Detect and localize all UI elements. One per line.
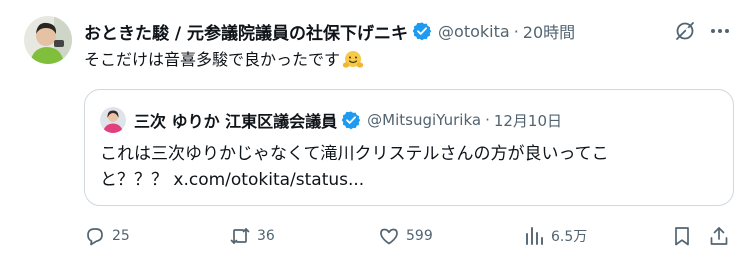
tweet[interactable]: おときた駿 / 元参議院議員の社保下げニキ @otokita · 20時間 そこ…: [0, 0, 751, 262]
like-count: 599: [406, 228, 433, 244]
quoted-avatar[interactable]: [100, 107, 126, 133]
reply-count: 25: [112, 228, 130, 244]
grok-icon[interactable]: [674, 20, 696, 42]
bookmark-button[interactable]: [671, 222, 693, 250]
quoted-handle[interactable]: @MitsugiYurika: [367, 111, 481, 129]
like-button[interactable]: 599: [378, 222, 433, 250]
quoted-display-name[interactable]: 三次 ゆりか 江東区議会議員: [134, 108, 337, 132]
tweet-header: おときた駿 / 元参議院議員の社保下げニキ @otokita · 20時間: [84, 19, 575, 44]
quoted-tweet-text: これは三次ゆりかじゃなくて滝川クリステルさんの方が良いってこ と？？？ x.co…: [100, 141, 712, 193]
retweet-button[interactable]: 36: [229, 222, 275, 250]
view-count: 6.5万: [551, 229, 588, 245]
author-display-name[interactable]: おときた駿 / 元参議院議員の社保下げニキ: [84, 19, 408, 44]
action-bar: 25 36 599 6.5万: [0, 222, 751, 250]
verified-badge-icon: [412, 21, 432, 41]
tweet-timestamp[interactable]: 20時間: [523, 19, 575, 43]
retweet-count: 36: [257, 228, 275, 244]
quoted-tweet-header: 三次 ゆりか 江東区議会議員 @MitsugiYurika · 12月10日: [100, 107, 562, 133]
reply-button[interactable]: 25: [84, 222, 130, 250]
tweet-text-content: そこだけは音喜多駿で良かったです: [84, 50, 341, 69]
separator-dot: ·: [485, 111, 490, 129]
more-icon[interactable]: [708, 20, 732, 42]
share-button[interactable]: [708, 222, 730, 250]
share-icon: [710, 227, 728, 245]
separator-dot: ·: [513, 21, 519, 41]
quoted-tweet[interactable]: 三次 ゆりか 江東区議会議員 @MitsugiYurika · 12月10日 こ…: [84, 89, 734, 206]
avatar[interactable]: [24, 16, 72, 64]
views-chart-icon: [526, 227, 543, 245]
tweet-text: そこだけは音喜多駿で良かったです: [84, 48, 364, 72]
reply-icon: [87, 228, 103, 246]
verified-badge-icon: [341, 110, 361, 130]
quoted-timestamp[interactable]: 12月10日: [494, 110, 562, 131]
author-handle[interactable]: @otokita: [438, 22, 510, 41]
quoted-text-line: これは三次ゆりかじゃなくて滝川クリステルさんの方が良いってこ: [100, 144, 609, 164]
heart-icon: [380, 228, 398, 245]
views-button[interactable]: 6.5万: [523, 222, 587, 250]
quoted-text-line: と？？？ x.com/otokita/status...: [100, 170, 365, 190]
bookmark-icon: [675, 227, 689, 246]
retweet-icon: [230, 228, 250, 244]
hugging-face-emoji: [342, 49, 364, 71]
